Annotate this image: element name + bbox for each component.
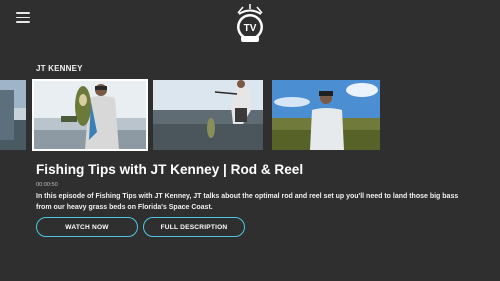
hamburger-menu-icon[interactable] [16,12,30,23]
episode-title: Fishing Tips with JT Kenney | Rod & Reel [36,162,304,177]
full-description-button[interactable]: FULL DESCRIPTION [143,217,245,237]
thumbnail-carousel [0,79,500,151]
episode-duration: 00:00:50 [36,182,58,188]
thumbnail-angler-in-cap[interactable] [272,80,380,150]
watch-now-button[interactable]: WATCH NOW [36,217,138,237]
episode-description: In this episode of Fishing Tips with JT … [36,193,459,211]
sportsman-tv-logo: TV [232,3,268,45]
thumbnail-angler-landing-fish[interactable] [153,80,263,150]
thumbnail-angler-holding-bass[interactable] [32,79,148,151]
row-title: JT KENNEY [36,64,83,73]
thumbnail-partial[interactable] [0,80,26,150]
svg-text:TV: TV [244,23,257,34]
